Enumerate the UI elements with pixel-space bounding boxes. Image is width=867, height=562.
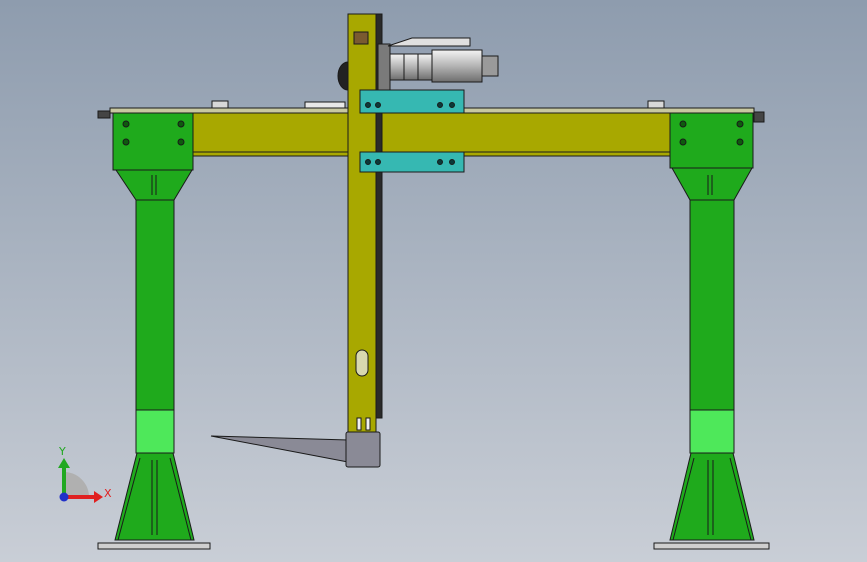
bolt-icon xyxy=(449,102,455,108)
mast-slot xyxy=(355,349,369,377)
bolt-icon xyxy=(177,120,185,128)
motor-body xyxy=(431,49,483,83)
carriage-upper-plate xyxy=(359,89,465,114)
gearbox xyxy=(389,53,433,81)
limit-switch-bracket xyxy=(211,100,229,109)
mast-foot-tab xyxy=(365,417,371,431)
bolt-icon xyxy=(449,159,455,165)
cable-bracket xyxy=(304,101,346,109)
right-base-plate xyxy=(653,542,770,550)
bolt-icon xyxy=(736,120,744,128)
right-leg-highlight-band xyxy=(689,409,735,454)
fork-block xyxy=(345,431,381,468)
motor-mount-plate xyxy=(377,43,391,91)
bolt-icon xyxy=(736,138,744,146)
bolt-icon xyxy=(365,159,371,165)
left-base-plate xyxy=(97,542,211,550)
bolt-icon xyxy=(437,159,443,165)
bolt-icon xyxy=(122,120,130,128)
left-leg-highlight-band xyxy=(135,409,175,454)
bolt-icon xyxy=(437,102,443,108)
limit-switch-bracket xyxy=(647,100,665,109)
left-end-cap xyxy=(97,110,111,119)
vertical-mast[interactable] xyxy=(347,13,383,435)
right-end-cap xyxy=(753,111,765,123)
cad-viewport[interactable]: Y X xyxy=(0,0,867,562)
bolt-icon xyxy=(122,138,130,146)
bolt-icon xyxy=(375,102,381,108)
motor-end-cap xyxy=(481,55,499,77)
bolt-icon xyxy=(679,120,687,128)
x-axis-label: X xyxy=(104,487,112,500)
bolt-icon xyxy=(177,138,185,146)
beam-body xyxy=(192,112,671,157)
y-axis-label: Y xyxy=(58,445,66,458)
left-leg-column xyxy=(135,199,175,411)
mast-foot-tab xyxy=(356,417,362,431)
gantry-drawing: Y X xyxy=(0,0,867,562)
bolt-icon xyxy=(365,102,371,108)
right-leg-column xyxy=(689,199,735,411)
z-axis-icon xyxy=(59,492,69,502)
mast-top-block xyxy=(353,31,369,45)
bolt-icon xyxy=(375,159,381,165)
bolt-icon xyxy=(679,138,687,146)
